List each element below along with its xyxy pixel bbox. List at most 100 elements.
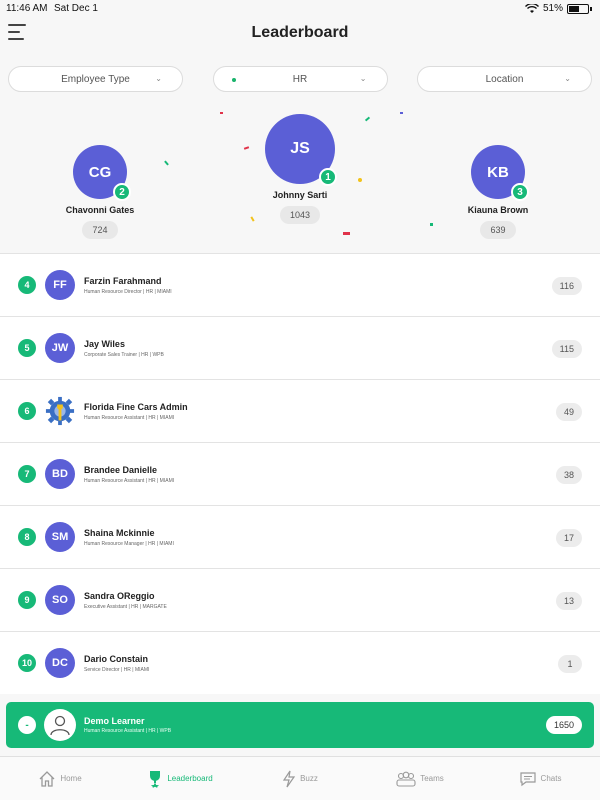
points-badge: 115 — [551, 340, 582, 358]
tab-leaderboard[interactable]: Leaderboard — [120, 757, 240, 800]
points-badge: 116 — [551, 277, 582, 295]
tab-teams[interactable]: Teams — [360, 757, 480, 800]
tab-buzz[interactable]: Buzz — [240, 757, 360, 800]
user-name: Dario Constain — [84, 654, 149, 664]
user-silhouette-icon — [44, 709, 76, 741]
battery-tip — [590, 6, 592, 11]
confetti — [430, 223, 433, 226]
user-name: Farzin Farahmand — [84, 276, 162, 286]
current-user-row[interactable]: - Demo Learner Human Resource Assistant … — [6, 702, 594, 748]
tab-label: Teams — [420, 774, 444, 783]
podium-name: Johnny Sarti — [272, 190, 328, 200]
podium-score: 1043 — [279, 206, 321, 224]
user-name: Jay Wiles — [84, 339, 125, 349]
avatar: SO — [45, 585, 75, 615]
rank-badge: 1 — [319, 168, 337, 186]
chevron-down-icon: ⌄ — [155, 74, 162, 83]
user-details: Human Resource Assistant | HR | MIAMI — [84, 415, 175, 421]
rank-badge: 9 — [18, 591, 36, 609]
battery-icon — [567, 3, 589, 14]
points-badge: 38 — [555, 466, 582, 484]
points-badge: 13 — [555, 592, 582, 610]
list-item[interactable]: 6 Florida Fine Cars Admin Human Resource… — [0, 379, 600, 442]
user-name: Brandee Danielle — [84, 465, 158, 475]
points-badge: 17 — [555, 529, 582, 547]
user-name: Sandra OReggio — [84, 591, 155, 601]
rank-badge: 6 — [18, 402, 36, 420]
tab-chats[interactable]: Chats — [480, 757, 600, 800]
selected-dot-icon — [231, 78, 236, 82]
teams-icon — [396, 771, 416, 787]
user-details: Human Resource Assistant | HR | MIAMI — [84, 478, 175, 484]
status-time: 11:46 AM — [6, 3, 48, 14]
podium: CG 2 Chavonni Gates 724 JS 1 Johnny Sart… — [0, 100, 600, 252]
user-name: Demo Learner — [84, 716, 145, 726]
rank-badge: 8 — [18, 528, 36, 546]
lightning-icon — [282, 770, 296, 787]
podium-second[interactable]: CG 2 Chavonni Gates 724 — [50, 145, 150, 239]
list-item[interactable]: 7 BD Brandee Danielle Human Resource Ass… — [0, 442, 600, 505]
avatar: FF — [45, 270, 75, 300]
chat-icon — [519, 771, 536, 786]
podium-score: 639 — [480, 221, 516, 239]
podium-first[interactable]: JS 1 Johnny Sarti 1043 — [248, 114, 352, 224]
user-name: Florida Fine Cars Admin — [84, 402, 188, 412]
location-label: Location — [485, 73, 524, 85]
avatar: JW — [45, 333, 75, 363]
podium-name: Kiauna Brown — [467, 205, 529, 215]
status-right: 51% — [524, 3, 592, 14]
avatar: DC — [45, 648, 75, 678]
tab-label: Chats — [540, 774, 562, 783]
status-date: Sat Dec 1 — [54, 3, 98, 14]
avatar: BD — [45, 459, 75, 489]
employee-type-label: Employee Type — [61, 73, 130, 85]
tab-bar: Home Leaderboard Buzz Teams Chats — [0, 756, 600, 800]
wifi-icon — [524, 3, 539, 13]
header: Leaderboard — [0, 18, 600, 54]
user-name: Shaina Mckinnie — [84, 528, 155, 538]
points-badge: 1650 — [545, 716, 582, 734]
list-item[interactable]: 10 DC Dario Constain Service Director | … — [0, 631, 600, 694]
user-details: Corporate Sales Trainer | HR | WPB — [84, 352, 164, 358]
points-badge: 49 — [555, 403, 582, 421]
confetti — [164, 160, 169, 166]
confetti — [364, 116, 371, 122]
tab-label: Home — [60, 774, 82, 783]
podium-third[interactable]: KB 3 Kiauna Brown 639 — [448, 145, 548, 239]
confetti — [343, 232, 350, 235]
employee-type-filter[interactable]: Employee Type ⌄ — [8, 66, 183, 92]
user-details: Executive Assistant | HR | MARGATE — [84, 604, 167, 610]
location-filter[interactable]: Location ⌄ — [417, 66, 592, 92]
podium-score: 724 — [82, 221, 118, 239]
avatar: KB 3 — [471, 145, 529, 201]
rank-badge: 2 — [113, 183, 131, 201]
department-filter[interactable]: HR ⌄ — [212, 66, 388, 92]
tab-label: Buzz — [300, 774, 318, 783]
confetti — [400, 112, 403, 114]
user-details: Human Resource Director | HR | MIAMI — [84, 289, 172, 295]
chevron-down-icon: ⌄ — [359, 74, 367, 83]
avatar: JS 1 — [265, 114, 337, 186]
page-title: Leaderboard — [251, 24, 349, 41]
gear-wrench-icon — [45, 396, 75, 426]
list-item[interactable]: 4 FF Farzin Farahmand Human Resource Dir… — [0, 253, 600, 316]
confetti — [220, 112, 223, 114]
tab-label: Leaderboard — [167, 774, 213, 783]
user-details: Service Director | HR | MIAMI — [84, 667, 150, 673]
list-item[interactable]: 8 SM Shaina Mckinnie Human Resource Mana… — [0, 505, 600, 568]
tab-home[interactable]: Home — [0, 757, 120, 800]
filters: Employee Type ⌄ HR ⌄ Location ⌄ — [8, 66, 592, 92]
rank-badge: 5 — [18, 339, 36, 357]
chevron-down-icon: ⌄ — [564, 74, 571, 83]
list-item[interactable]: 9 SO Sandra OReggio Executive Assistant … — [0, 568, 600, 631]
rank-badge: 3 — [511, 183, 529, 201]
trophy-icon — [150, 770, 161, 788]
leaderboard-list: 4 FF Farzin Farahmand Human Resource Dir… — [0, 253, 600, 694]
confetti — [358, 178, 362, 182]
points-badge: 1 — [558, 655, 582, 673]
home-icon — [39, 770, 55, 787]
podium-name: Chavonni Gates — [65, 205, 135, 215]
battery-percent: 51% — [542, 3, 563, 14]
list-item[interactable]: 5 JW Jay Wiles Corporate Sales Trainer |… — [0, 316, 600, 379]
avatar: SM — [45, 522, 75, 552]
